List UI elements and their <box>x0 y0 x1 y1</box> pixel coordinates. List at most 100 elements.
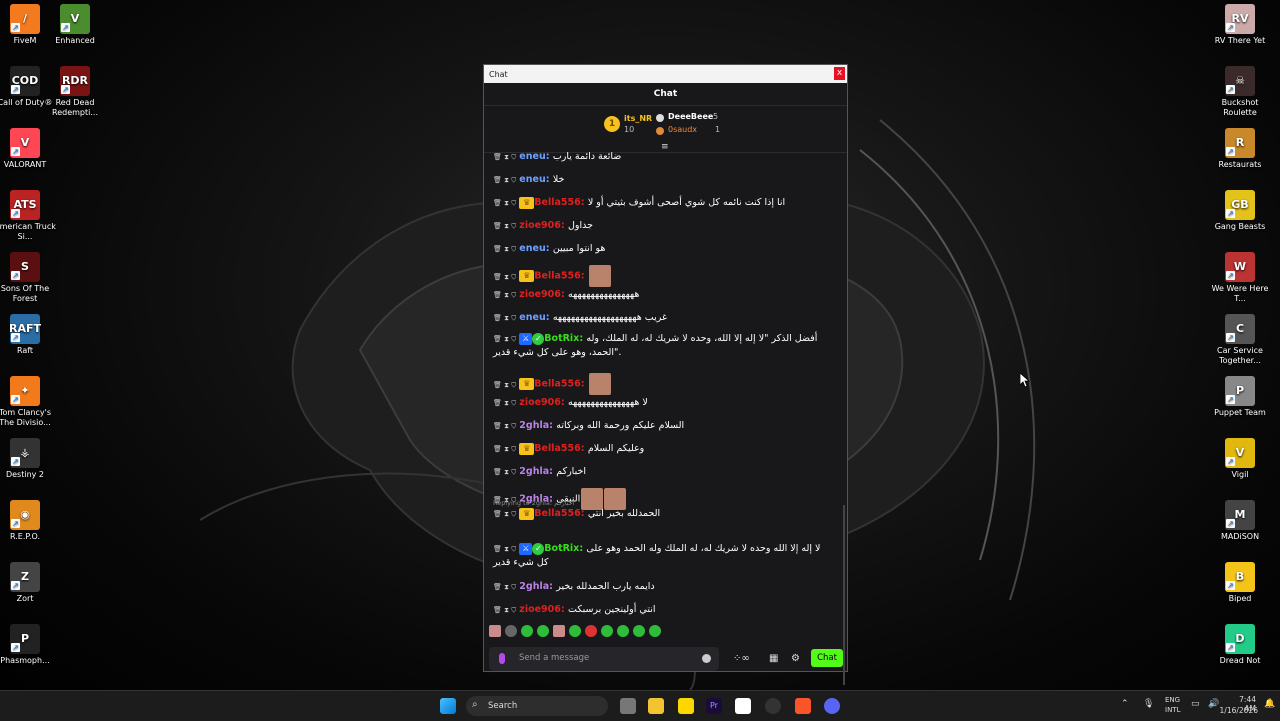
language-layout[interactable]: INTL <box>1165 706 1180 714</box>
mic-tray-icon[interactable]: 🎙 <box>1143 699 1154 709</box>
leader-second-name[interactable]: DeeeBeee <box>668 112 713 121</box>
emote-quickbar[interactable] <box>489 625 661 639</box>
desktop-icon[interactable]: Z ↗ Zort <box>0 562 57 604</box>
chat-message[interactable]: 🗑 ⧗ ⛉ eneu: خلا <box>493 173 833 187</box>
chat-message[interactable]: 🗑 ⧗ ⛉ 2ghla: اخباركم <box>493 465 833 479</box>
notification-bell-icon[interactable]: 🔔 <box>1264 699 1275 709</box>
desktop-icon[interactable]: W ↗ We Were Here T... <box>1208 252 1272 304</box>
chat-username[interactable]: BotRix <box>544 543 579 554</box>
chat-username[interactable]: Bella556 <box>534 197 580 208</box>
chat-username[interactable]: 2ghla <box>519 466 549 477</box>
moderation-tools-icon[interactable]: 🗑 ⧗ ⛉ <box>493 199 516 207</box>
desktop-icon[interactable]: V ↗ Vigil <box>1208 438 1272 480</box>
chat-username[interactable]: zioe906 <box>519 220 561 231</box>
desktop-icon[interactable]: S ↗ Sons Of The Forest <box>0 252 57 304</box>
desktop-icon[interactable]: R ↗ Restaurats <box>1208 128 1272 170</box>
chat-username[interactable]: 2ghla <box>519 581 549 592</box>
emote-image[interactable] <box>588 265 611 287</box>
reply-context[interactable]: Replying to 2ghla: اخباركم <box>493 499 833 507</box>
leader-first-name[interactable]: its_NR <box>624 114 652 123</box>
chat-username[interactable]: Bella556 <box>534 271 580 282</box>
desktop-icon[interactable]: D ↗ Dread Not <box>1208 624 1272 666</box>
obs-icon[interactable] <box>765 698 781 714</box>
chat-username[interactable]: eneu <box>519 152 545 162</box>
moderation-tools-icon[interactable]: 🗑 ⧗ ⛉ <box>493 468 516 476</box>
chat-message[interactable]: 🗑 ⧗ ⛉ zioe906: انتي أولينجين برسبكت <box>493 603 833 617</box>
desktop-icon[interactable]: C ↗ Car Service Together... <box>1208 314 1272 366</box>
file-explorer-icon[interactable] <box>648 698 664 714</box>
desktop-icon[interactable]: V ↗ VALORANT <box>0 128 57 170</box>
chat-username[interactable]: eneu <box>519 312 545 323</box>
premiere-icon[interactable]: Pr <box>706 698 722 714</box>
language-indicator[interactable]: ENG <box>1165 696 1180 704</box>
desktop-icon[interactable]: ⚶ ↗ Destiny 2 <box>0 438 57 480</box>
search-input[interactable]: Search <box>488 701 517 711</box>
moderation-tools-icon[interactable]: 🗑 ⧗ ⛉ <box>493 153 516 161</box>
scrollbar[interactable] <box>843 505 845 685</box>
mic-icon[interactable] <box>499 653 505 664</box>
tray-chevron-icon[interactable]: ⌃ <box>1121 699 1129 709</box>
moderation-tools-icon[interactable]: 🗑 ⧗ ⛉ <box>493 583 516 591</box>
chat-message[interactable]: 🗑 ⧗ ⛉ 2ghla: السلام عليكم ورحمة الله وبرك… <box>493 419 833 433</box>
moderation-tools-icon[interactable]: 🗑 ⧗ ⛉ <box>493 176 516 184</box>
moderation-tools-icon[interactable]: 🗑 ⧗ ⛉ <box>493 445 516 453</box>
chat-username[interactable]: zioe906 <box>519 604 561 615</box>
chat-username[interactable]: eneu <box>519 243 545 254</box>
moderation-tools-icon[interactable]: 🗑 ⧗ ⛉ <box>493 381 516 389</box>
store-icon[interactable]: ▦ <box>769 653 778 664</box>
chat-message[interactable]: 🗑 ⧗ ⛉ ⚔ ✓ BotRix: لا إله إلا الله وحده لا ش… <box>493 542 833 569</box>
chat-message[interactable]: 🗑 ⧗ ⛉ ♛ Bella556: <box>493 373 833 395</box>
moderation-tools-icon[interactable]: 🗑 ⧗ ⛉ <box>493 545 516 553</box>
chat-message[interactable]: 🗑 ⧗ ⛉ eneu: هو انتوا مبيين <box>493 242 833 256</box>
task-view-icon[interactable] <box>620 698 636 714</box>
close-button[interactable]: x <box>834 67 845 80</box>
emoji-icon[interactable] <box>702 654 711 663</box>
desktop-icon[interactable]: GB ↗ Gang Beasts <box>1208 190 1272 232</box>
emote-image[interactable] <box>588 373 611 395</box>
moderation-tools-icon[interactable]: 🗑 ⧗ ⛉ <box>493 399 516 407</box>
sticky-notes-icon[interactable] <box>678 698 694 714</box>
network-icon[interactable]: ▭ <box>1191 699 1200 709</box>
desktop-icon[interactable]: P ↗ Puppet Team <box>1208 376 1272 418</box>
capcut-icon[interactable] <box>735 698 751 714</box>
chat-username[interactable]: Bella556 <box>534 443 580 454</box>
desktop-icon[interactable]: B ↗ Biped <box>1208 562 1272 604</box>
chat-username[interactable]: BotRix <box>544 333 579 344</box>
message-list[interactable]: 🗑 ⧗ ⛉ eneu: ضائعة دائمة يارب 🗑 ⧗ ⛉ eneu: خل… <box>484 152 841 682</box>
message-input-box[interactable]: Send a message <box>489 647 719 671</box>
moderation-tools-icon[interactable]: 🗑 ⧗ ⛉ <box>493 314 516 322</box>
chat-message[interactable]: 🗑 ⧗ ⛉ ♛ Bella556: انا إذا كنت نائمه كل شوي… <box>493 196 833 210</box>
settings-gear-icon[interactable]: ⚙ <box>791 653 800 664</box>
start-button[interactable] <box>440 698 456 714</box>
chat-message[interactable]: 🗑 ⧗ ⛉ eneu: غريب هههههههههههههههههههه <box>493 311 833 325</box>
chat-username[interactable]: eneu <box>519 174 545 185</box>
chat-message[interactable]: 🗑 ⧗ ⛉ zioe906: لا هههههههههههههههه <box>493 396 833 410</box>
moderation-tools-icon[interactable]: 🗑 ⧗ ⛉ <box>493 291 516 299</box>
collapse-icon[interactable]: ≡ <box>661 142 669 152</box>
chat-username[interactable]: zioe906 <box>519 397 561 408</box>
desktop-icon[interactable]: RAFT ↗ Raft <box>0 314 57 356</box>
moderation-tools-icon[interactable]: 🗑 ⧗ ⛉ <box>493 245 516 253</box>
window-titlebar[interactable]: Chat x <box>484 65 847 83</box>
points-icon[interactable]: ⁘∞ <box>733 653 750 664</box>
discord-icon[interactable] <box>824 698 840 714</box>
chat-send-button[interactable]: Chat <box>811 649 843 667</box>
moderation-tools-icon[interactable]: 🗑 ⧗ ⛉ <box>493 422 516 430</box>
desktop-icon[interactable]: ◉ ↗ R.E.P.O. <box>0 500 57 542</box>
chat-username[interactable]: zioe906 <box>519 289 561 300</box>
chat-username[interactable]: Bella556 <box>534 379 580 390</box>
desktop-icon[interactable]: ✦ ↗ Tom Clancy's The Divisio... <box>0 376 57 428</box>
desktop-icon[interactable]: P ↗ Phasmoph... <box>0 624 57 666</box>
clock-date[interactable]: 1/16/2026 <box>1218 706 1258 715</box>
chat-message[interactable]: 🗑 ⧗ ⛉ eneu: ضائعة دائمة يارب <box>493 152 833 164</box>
desktop-icon[interactable]: RV ↗ RV There Yet <box>1208 4 1272 46</box>
chat-username[interactable]: 2ghla <box>519 420 549 431</box>
chat-message[interactable]: Replying to 2ghla: اخباركم 🗑 ⧗ ⛉ ♛ Bella556… <box>493 499 833 521</box>
chat-message[interactable]: 🗑 ⧗ ⛉ zioe906: جداول <box>493 219 833 233</box>
message-input[interactable]: Send a message <box>519 653 589 663</box>
chat-message[interactable]: 🗑 ⧗ ⛉ ⚔ ✓ BotRix: أفضل الذكر "لا إله إلا ال… <box>493 332 833 359</box>
chat-message[interactable]: 🗑 ⧗ ⛉ zioe906: هههههههههههههههه <box>493 288 833 302</box>
desktop-icon[interactable]: ☠ ↗ Buckshot Roulette <box>1208 66 1272 118</box>
brave-icon[interactable] <box>795 698 811 714</box>
moderation-tools-icon[interactable]: 🗑 ⧗ ⛉ <box>493 335 516 343</box>
